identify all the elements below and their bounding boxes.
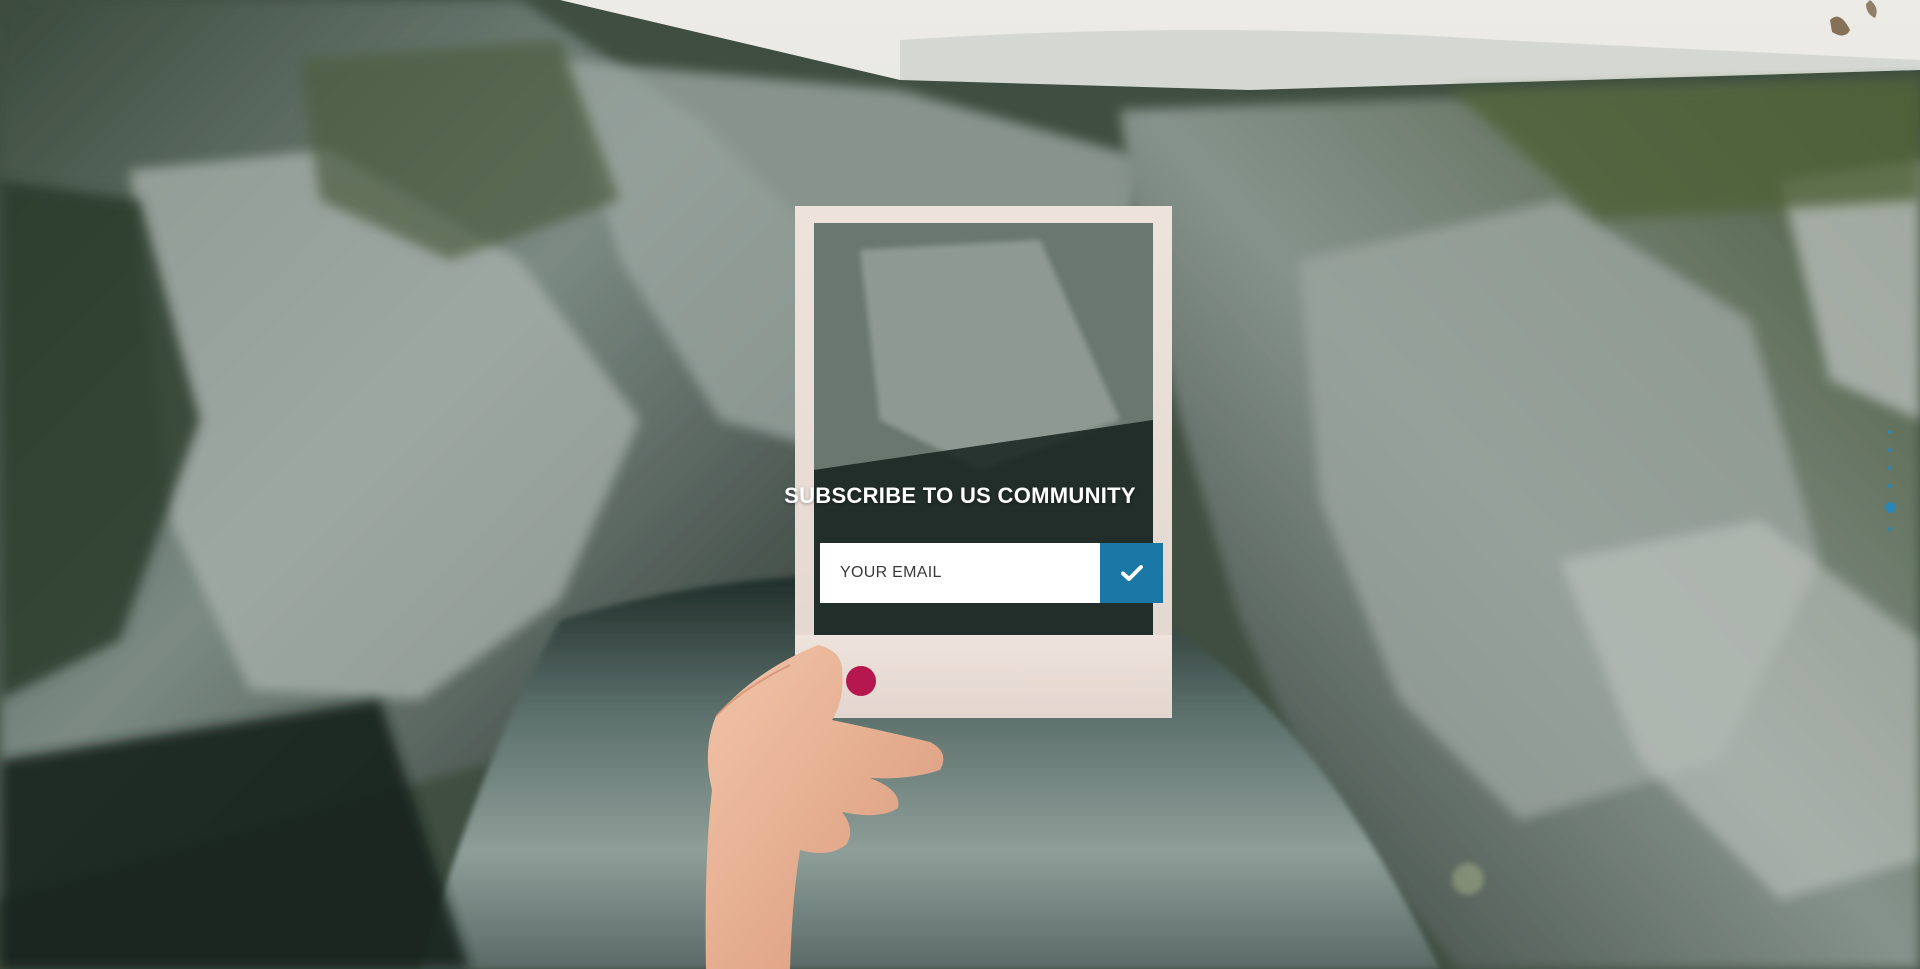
section-nav-dot[interactable] — [1888, 527, 1892, 531]
hero-section: SUBSCRIBE TO US COMMUNITY — [0, 0, 1920, 969]
section-nav-dot[interactable] — [1888, 430, 1892, 434]
subscribe-title: SUBSCRIBE TO US COMMUNITY — [784, 483, 1136, 508]
email-field[interactable] — [820, 543, 1100, 603]
section-nav-dot[interactable] — [1888, 466, 1892, 470]
section-nav-dot[interactable] — [1888, 448, 1892, 452]
section-nav-dot-active[interactable] — [1884, 502, 1896, 513]
subscribe-form — [820, 543, 1163, 603]
subscribe-submit-button[interactable] — [1100, 543, 1163, 603]
check-icon — [1120, 565, 1143, 581]
section-nav-dot[interactable] — [1888, 484, 1892, 488]
subscribe-section: SUBSCRIBE TO US COMMUNITY — [764, 483, 1163, 603]
section-nav — [1884, 430, 1896, 531]
